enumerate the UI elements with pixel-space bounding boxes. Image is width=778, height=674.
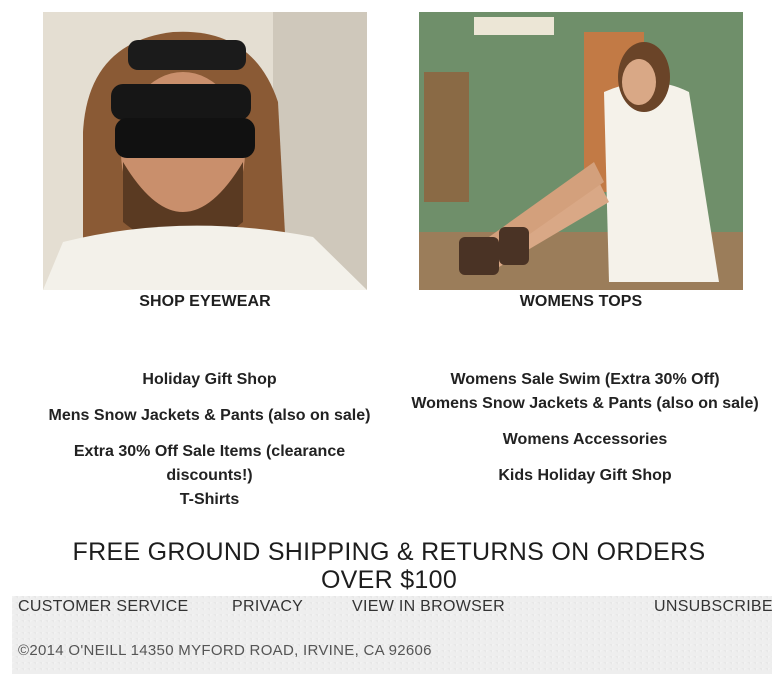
womens-tops-photo[interactable] (419, 12, 743, 290)
link-womens-accessories[interactable]: Womens Accessories (405, 428, 765, 452)
link-extra-30-off-sale[interactable]: Extra 30% Off Sale Items (clearance disc… (22, 440, 397, 488)
footer-copyright: ©2014 O'NEILL 14350 MYFORD ROAD, IRVINE,… (18, 642, 432, 659)
footer: CUSTOMER SERVICE PRIVACY VIEW IN BROWSER… (12, 596, 773, 674)
link-womens-snow-jackets[interactable]: Womens Snow Jackets & Pants (also on sal… (405, 392, 765, 416)
link-holiday-gift-shop[interactable]: Holiday Gift Shop (22, 368, 397, 392)
link-t-shirts[interactable]: T-Shirts (22, 488, 397, 512)
link-womens-sale-swim[interactable]: Womens Sale Swim (Extra 30% Off) (405, 368, 765, 392)
promo-womens-tops[interactable]: WOMENS TOPS (419, 12, 743, 311)
promo-womens-tops-label[interactable]: WOMENS TOPS (419, 293, 743, 311)
free-shipping-banner: FREE GROUND SHIPPING & RETURNS ON ORDERS… (72, 538, 706, 594)
footer-link-unsubscribe[interactable]: UNSUBSCRIBE (654, 598, 773, 616)
link-mens-snow-jackets[interactable]: Mens Snow Jackets & Pants (also on sale) (22, 404, 397, 428)
promo-eyewear-label[interactable]: SHOP EYEWEAR (43, 293, 367, 311)
link-list-left: Holiday Gift Shop Mens Snow Jackets & Pa… (22, 368, 397, 512)
promo-eyewear[interactable]: SHOP EYEWEAR (43, 12, 367, 311)
eyewear-photo[interactable] (43, 12, 367, 290)
link-kids-holiday-gift-shop[interactable]: Kids Holiday Gift Shop (405, 464, 765, 488)
footer-link-privacy[interactable]: PRIVACY (232, 598, 303, 616)
footer-link-customer-service[interactable]: CUSTOMER SERVICE (18, 598, 188, 616)
footer-nav: CUSTOMER SERVICE PRIVACY VIEW IN BROWSER… (18, 598, 773, 620)
footer-link-view-in-browser[interactable]: VIEW IN BROWSER (352, 598, 505, 616)
link-list-right: Womens Sale Swim (Extra 30% Off) Womens … (405, 368, 765, 488)
